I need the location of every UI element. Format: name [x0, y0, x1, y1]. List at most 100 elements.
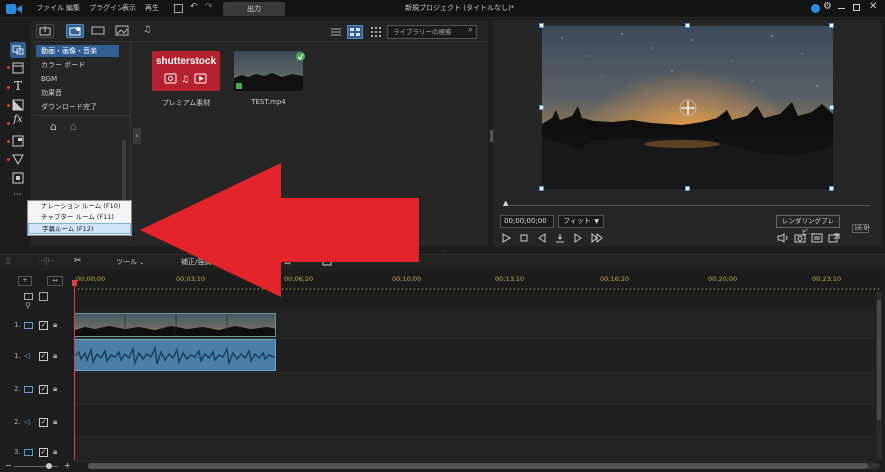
resize-handle-top[interactable]: [685, 23, 690, 28]
add-tag-icon[interactable]: ⌂: [50, 120, 57, 133]
display-settings-icon[interactable]: [811, 233, 823, 243]
undo-icon[interactable]: ↶: [190, 2, 198, 12]
snapshot-camera-icon[interactable]: [794, 233, 806, 243]
save-icon[interactable]: [174, 4, 183, 13]
grid-view-icon[interactable]: [347, 25, 363, 39]
panel-divider-grip-icon[interactable]: ⋯: [440, 247, 447, 255]
particle-room-icon[interactable]: [10, 151, 26, 167]
menu-view[interactable]: 表示: [122, 3, 136, 13]
maximize-button[interactable]: [853, 4, 860, 11]
track-enable-checkbox[interactable]: ✓: [39, 321, 48, 330]
video-clip[interactable]: [74, 313, 276, 337]
preview-scrub-bar[interactable]: [506, 205, 870, 206]
fit-timeline-icon[interactable]: ↔: [47, 276, 63, 286]
next-frame-icon[interactable]: [573, 233, 583, 243]
test-video-thumbnail[interactable]: [234, 51, 303, 91]
template-room-icon[interactable]: [10, 60, 26, 76]
notification-badge-icon[interactable]: [811, 4, 820, 13]
audio-track-icon: ◁: [24, 351, 31, 360]
minimize-button[interactable]: [838, 8, 845, 9]
panel-resize-handle[interactable]: [490, 130, 493, 142]
track-manager-icon[interactable]: +: [18, 276, 32, 286]
resize-handle-left[interactable]: [539, 105, 544, 110]
chapter-room-menu-item[interactable]: チャプター ルーム (F11): [28, 212, 131, 223]
track-enable-checkbox[interactable]: ✓: [39, 448, 48, 457]
category-sound-effects[interactable]: 効果音: [41, 87, 62, 99]
category-bgm[interactable]: BGM: [41, 73, 57, 85]
export-tab[interactable]: 出力: [223, 2, 285, 16]
resize-handle-top-right[interactable]: [829, 23, 834, 28]
chapter-track-checkbox[interactable]: [39, 292, 48, 301]
scissors-split-icon[interactable]: ✂: [74, 256, 82, 266]
collapse-panel-icon[interactable]: ‹: [133, 128, 141, 144]
timeline-playhead[interactable]: [74, 280, 75, 460]
pip-room-icon[interactable]: [10, 133, 26, 149]
vertical-scroll-thumb[interactable]: [877, 300, 881, 420]
zoom-fit-dropdown[interactable]: フィット ▼: [558, 215, 604, 228]
category-color-board[interactable]: カラー ボード: [41, 59, 85, 71]
menu-file[interactable]: ファイル: [36, 3, 64, 13]
lock-icon[interactable]: 🔒︎: [53, 351, 57, 361]
zoom-in-icon[interactable]: +: [64, 461, 71, 470]
lock-icon[interactable]: 🔒︎: [53, 447, 57, 457]
undock-preview-icon[interactable]: [828, 233, 840, 243]
title-room-icon[interactable]: T: [10, 79, 26, 95]
resize-handle-bottom-right[interactable]: [829, 186, 834, 191]
music-filter-icon[interactable]: ♫: [138, 24, 156, 38]
narration-room-menu-item[interactable]: ナレーション ルーム (F10): [28, 201, 131, 212]
scrub-position-marker[interactable]: ▲: [503, 199, 508, 207]
timecode-display[interactable]: 00;00;00;00: [500, 215, 554, 228]
fast-forward-icon[interactable]: [591, 233, 603, 243]
more-rooms-icon[interactable]: ⋯: [13, 190, 22, 200]
media-filter-all-icon[interactable]: [66, 24, 84, 38]
resize-handle-right[interactable]: [829, 105, 834, 110]
transition-room-icon[interactable]: [10, 97, 26, 113]
menu-edit[interactable]: 編集: [66, 3, 80, 13]
stop-icon[interactable]: [519, 233, 529, 243]
category-downloads[interactable]: ダウンロード完了: [41, 101, 97, 113]
zoom-out-icon[interactable]: −: [5, 461, 12, 470]
list-view-icon[interactable]: [329, 26, 343, 38]
library-search-input[interactable]: ライブラリーの検索: [387, 25, 477, 39]
track-enable-checkbox[interactable]: ✓: [39, 385, 48, 394]
media-room-icon[interactable]: [10, 42, 26, 58]
redo-icon[interactable]: ↷: [205, 2, 213, 12]
category-media[interactable]: 動画・画像・音楽: [41, 45, 97, 57]
play-icon[interactable]: [501, 233, 511, 243]
audio-track-row[interactable]: [74, 405, 875, 437]
resize-handle-top-left[interactable]: [539, 23, 544, 28]
premium-media-type-icons: ♫: [163, 73, 209, 84]
lock-icon[interactable]: 🔒︎: [53, 320, 57, 330]
small-grid-icon[interactable]: [370, 26, 382, 38]
playhead-handle[interactable]: [72, 280, 77, 286]
horizontal-scroll-thumb[interactable]: [88, 463, 868, 469]
category-scrollbar[interactable]: [122, 140, 126, 200]
search-icon[interactable]: ⌕: [468, 25, 473, 35]
video-track-row[interactable]: [74, 437, 875, 462]
menu-plugin[interactable]: プラグイン: [89, 3, 124, 13]
lock-icon[interactable]: 🔒︎: [53, 384, 57, 394]
close-button[interactable]: ✕: [869, 1, 877, 12]
track-enable-checkbox[interactable]: ✓: [39, 352, 48, 361]
audio-clip[interactable]: [74, 339, 276, 371]
settings-gear-icon[interactable]: ⚙: [823, 1, 832, 12]
move-crosshair-icon[interactable]: [678, 98, 698, 118]
image-filter-icon[interactable]: [114, 24, 132, 38]
lock-icon[interactable]: 🔒︎: [53, 417, 57, 427]
import-media-icon[interactable]: [36, 24, 54, 38]
split-icon[interactable]: [555, 233, 565, 243]
resize-handle-bottom-left[interactable]: [539, 186, 544, 191]
menu-play[interactable]: 再生: [145, 3, 159, 13]
zoom-slider-knob[interactable]: [46, 463, 52, 469]
resize-handle-bottom[interactable]: [685, 186, 690, 191]
track-enable-checkbox[interactable]: ✓: [39, 418, 48, 427]
render-preview-button[interactable]: レンダリングプレビ...: [776, 215, 840, 236]
subtitle-room-menu-item[interactable]: 字幕ルーム (F12): [28, 223, 131, 234]
video-track-row[interactable]: [74, 373, 875, 405]
previous-frame-icon[interactable]: [537, 233, 547, 243]
volume-icon[interactable]: [777, 233, 788, 243]
remove-tag-icon: ⌂: [70, 120, 77, 133]
video-filter-icon[interactable]: [90, 24, 108, 38]
fx-room-icon[interactable]: fx: [10, 114, 26, 130]
subtitle-room-icon[interactable]: [10, 170, 26, 186]
